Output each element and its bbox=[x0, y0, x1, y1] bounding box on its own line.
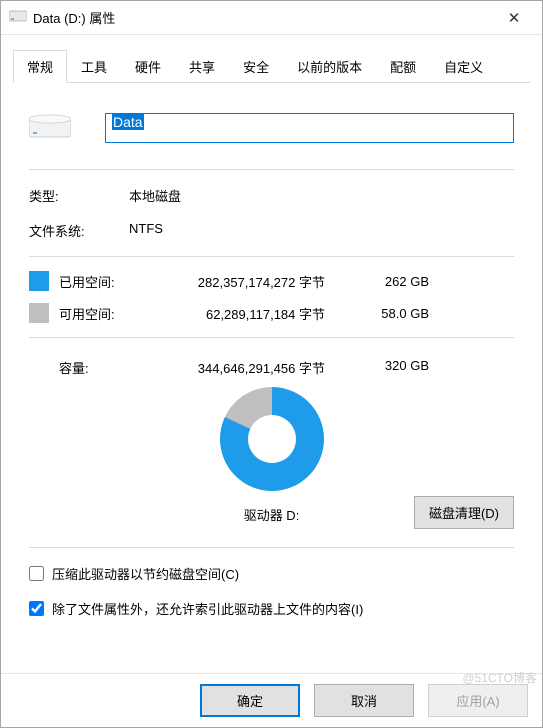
drive-name-input[interactable]: Data bbox=[105, 113, 514, 143]
tab-1[interactable]: 工具 bbox=[67, 50, 121, 83]
tabstrip: 常规工具硬件共享安全以前的版本配额自定义 bbox=[13, 49, 530, 83]
drive-icon bbox=[9, 9, 27, 26]
free-swatch bbox=[29, 303, 49, 323]
index-checkbox[interactable] bbox=[29, 601, 44, 616]
apply-button[interactable]: 应用(A) bbox=[428, 684, 528, 717]
compress-checkbox[interactable] bbox=[29, 566, 44, 581]
tab-6[interactable]: 配额 bbox=[376, 50, 430, 83]
tab-content-general: Data 类型: 本地磁盘 文件系统: NTFS 已用空间: 282,357,1… bbox=[1, 83, 542, 673]
capacity-bytes: 344,646,291,456 字节 bbox=[149, 358, 349, 377]
watermark: @51CTO博客 bbox=[462, 669, 537, 686]
divider bbox=[29, 169, 514, 170]
dialog-buttonbar: 确定 取消 应用(A) bbox=[1, 673, 542, 727]
used-gb: 262 GB bbox=[349, 274, 429, 289]
compress-label: 压缩此驱动器以节约磁盘空间(C) bbox=[52, 564, 239, 583]
disk-cleanup-button[interactable]: 磁盘清理(D) bbox=[414, 496, 514, 529]
divider bbox=[29, 547, 514, 548]
tab-7[interactable]: 自定义 bbox=[430, 50, 497, 83]
free-gb: 58.0 GB bbox=[349, 306, 429, 321]
titlebar: Data (D:) 属性 ✕ bbox=[1, 1, 542, 35]
type-value: 本地磁盘 bbox=[129, 186, 514, 205]
usage-pie-chart bbox=[220, 387, 324, 491]
divider bbox=[29, 256, 514, 257]
capacity-label: 容量: bbox=[29, 358, 149, 377]
type-label: 类型: bbox=[29, 186, 129, 205]
window-title: Data (D:) 属性 bbox=[33, 8, 494, 27]
index-checkbox-row[interactable]: 除了文件属性外，还允许索引此驱动器上文件的内容(I) bbox=[29, 599, 514, 618]
tab-2[interactable]: 硬件 bbox=[121, 50, 175, 83]
divider bbox=[29, 337, 514, 338]
tab-0[interactable]: 常规 bbox=[13, 50, 67, 83]
capacity-gb: 320 GB bbox=[349, 358, 429, 377]
used-label: 已用空间: bbox=[59, 272, 149, 291]
cancel-button[interactable]: 取消 bbox=[314, 684, 414, 717]
close-button[interactable]: ✕ bbox=[494, 9, 534, 27]
index-label: 除了文件属性外，还允许索引此驱动器上文件的内容(I) bbox=[52, 599, 363, 618]
tab-4[interactable]: 安全 bbox=[229, 50, 283, 83]
free-label: 可用空间: bbox=[59, 304, 149, 323]
filesystem-label: 文件系统: bbox=[29, 221, 129, 240]
used-swatch bbox=[29, 271, 49, 291]
drive-large-icon bbox=[29, 113, 71, 143]
used-bytes: 282,357,174,272 字节 bbox=[149, 272, 349, 291]
ok-button[interactable]: 确定 bbox=[200, 684, 300, 717]
tab-3[interactable]: 共享 bbox=[175, 50, 229, 83]
filesystem-value: NTFS bbox=[129, 221, 514, 240]
free-bytes: 62,289,117,184 字节 bbox=[149, 304, 349, 323]
compress-checkbox-row[interactable]: 压缩此驱动器以节约磁盘空间(C) bbox=[29, 564, 514, 583]
properties-dialog: Data (D:) 属性 ✕ 常规工具硬件共享安全以前的版本配额自定义 Data… bbox=[0, 0, 543, 728]
tab-5[interactable]: 以前的版本 bbox=[283, 50, 376, 83]
